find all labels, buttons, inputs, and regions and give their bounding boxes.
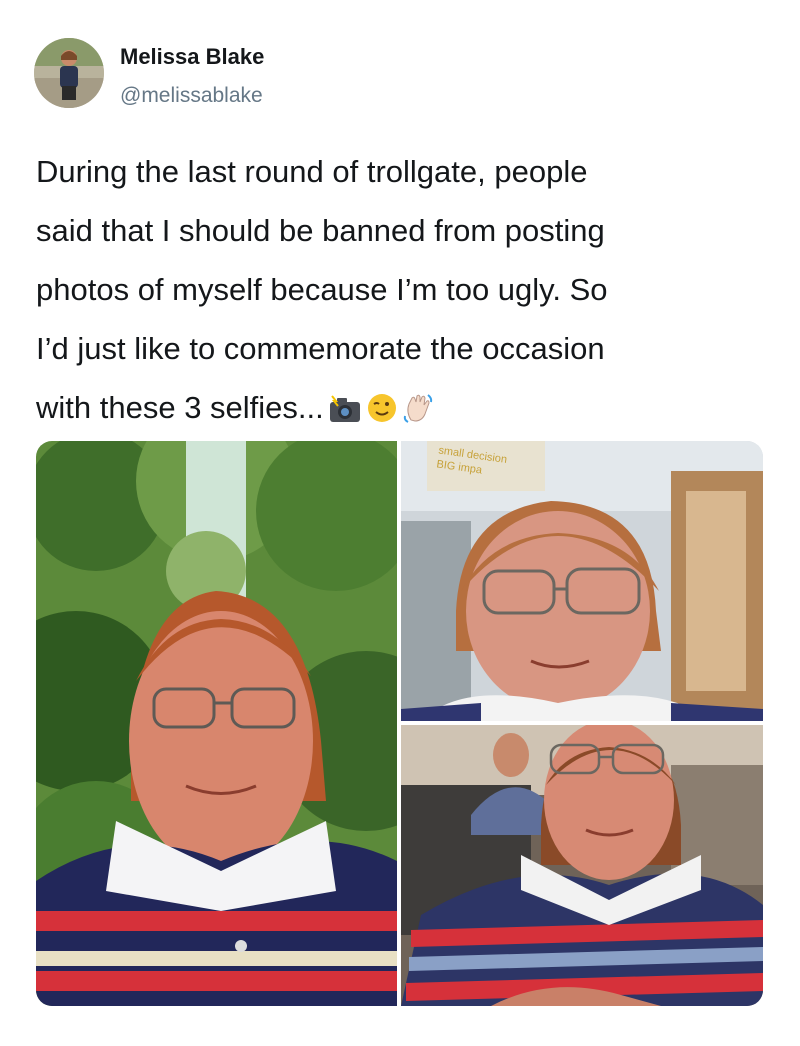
user-handle[interactable]: @melissablake [120,84,263,108]
media-grid: small decision BIG impa [36,441,763,1006]
tweet-text-line: During the last round of trollgate, peop… [36,154,588,189]
tweet-text-line: photos of myself because I’m too ugly. S… [36,272,608,307]
selfie-photo-3[interactable] [401,725,763,1006]
tweet-text-line-last: with these 3 selfies... [36,378,756,443]
waving-hand-icon [402,384,434,443]
selfie-photo-2[interactable]: small decision BIG impa [401,441,763,721]
tweet-text: During the last round of trollgate, peop… [36,142,756,443]
tweet-text-line: with these 3 selfies... [36,390,324,425]
selfie-photo-1[interactable] [36,441,397,1006]
tweet-text-line: I’d just like to commemorate the occasio… [36,331,605,366]
camera-with-flash-icon [328,384,362,443]
tweet-text-line: said that I should be banned from postin… [36,213,605,248]
tweet-header: Melissa Blake @melissablake [34,38,734,110]
avatar[interactable] [34,38,104,108]
display-name[interactable]: Melissa Blake [120,44,264,70]
winking-face-icon [366,384,398,443]
